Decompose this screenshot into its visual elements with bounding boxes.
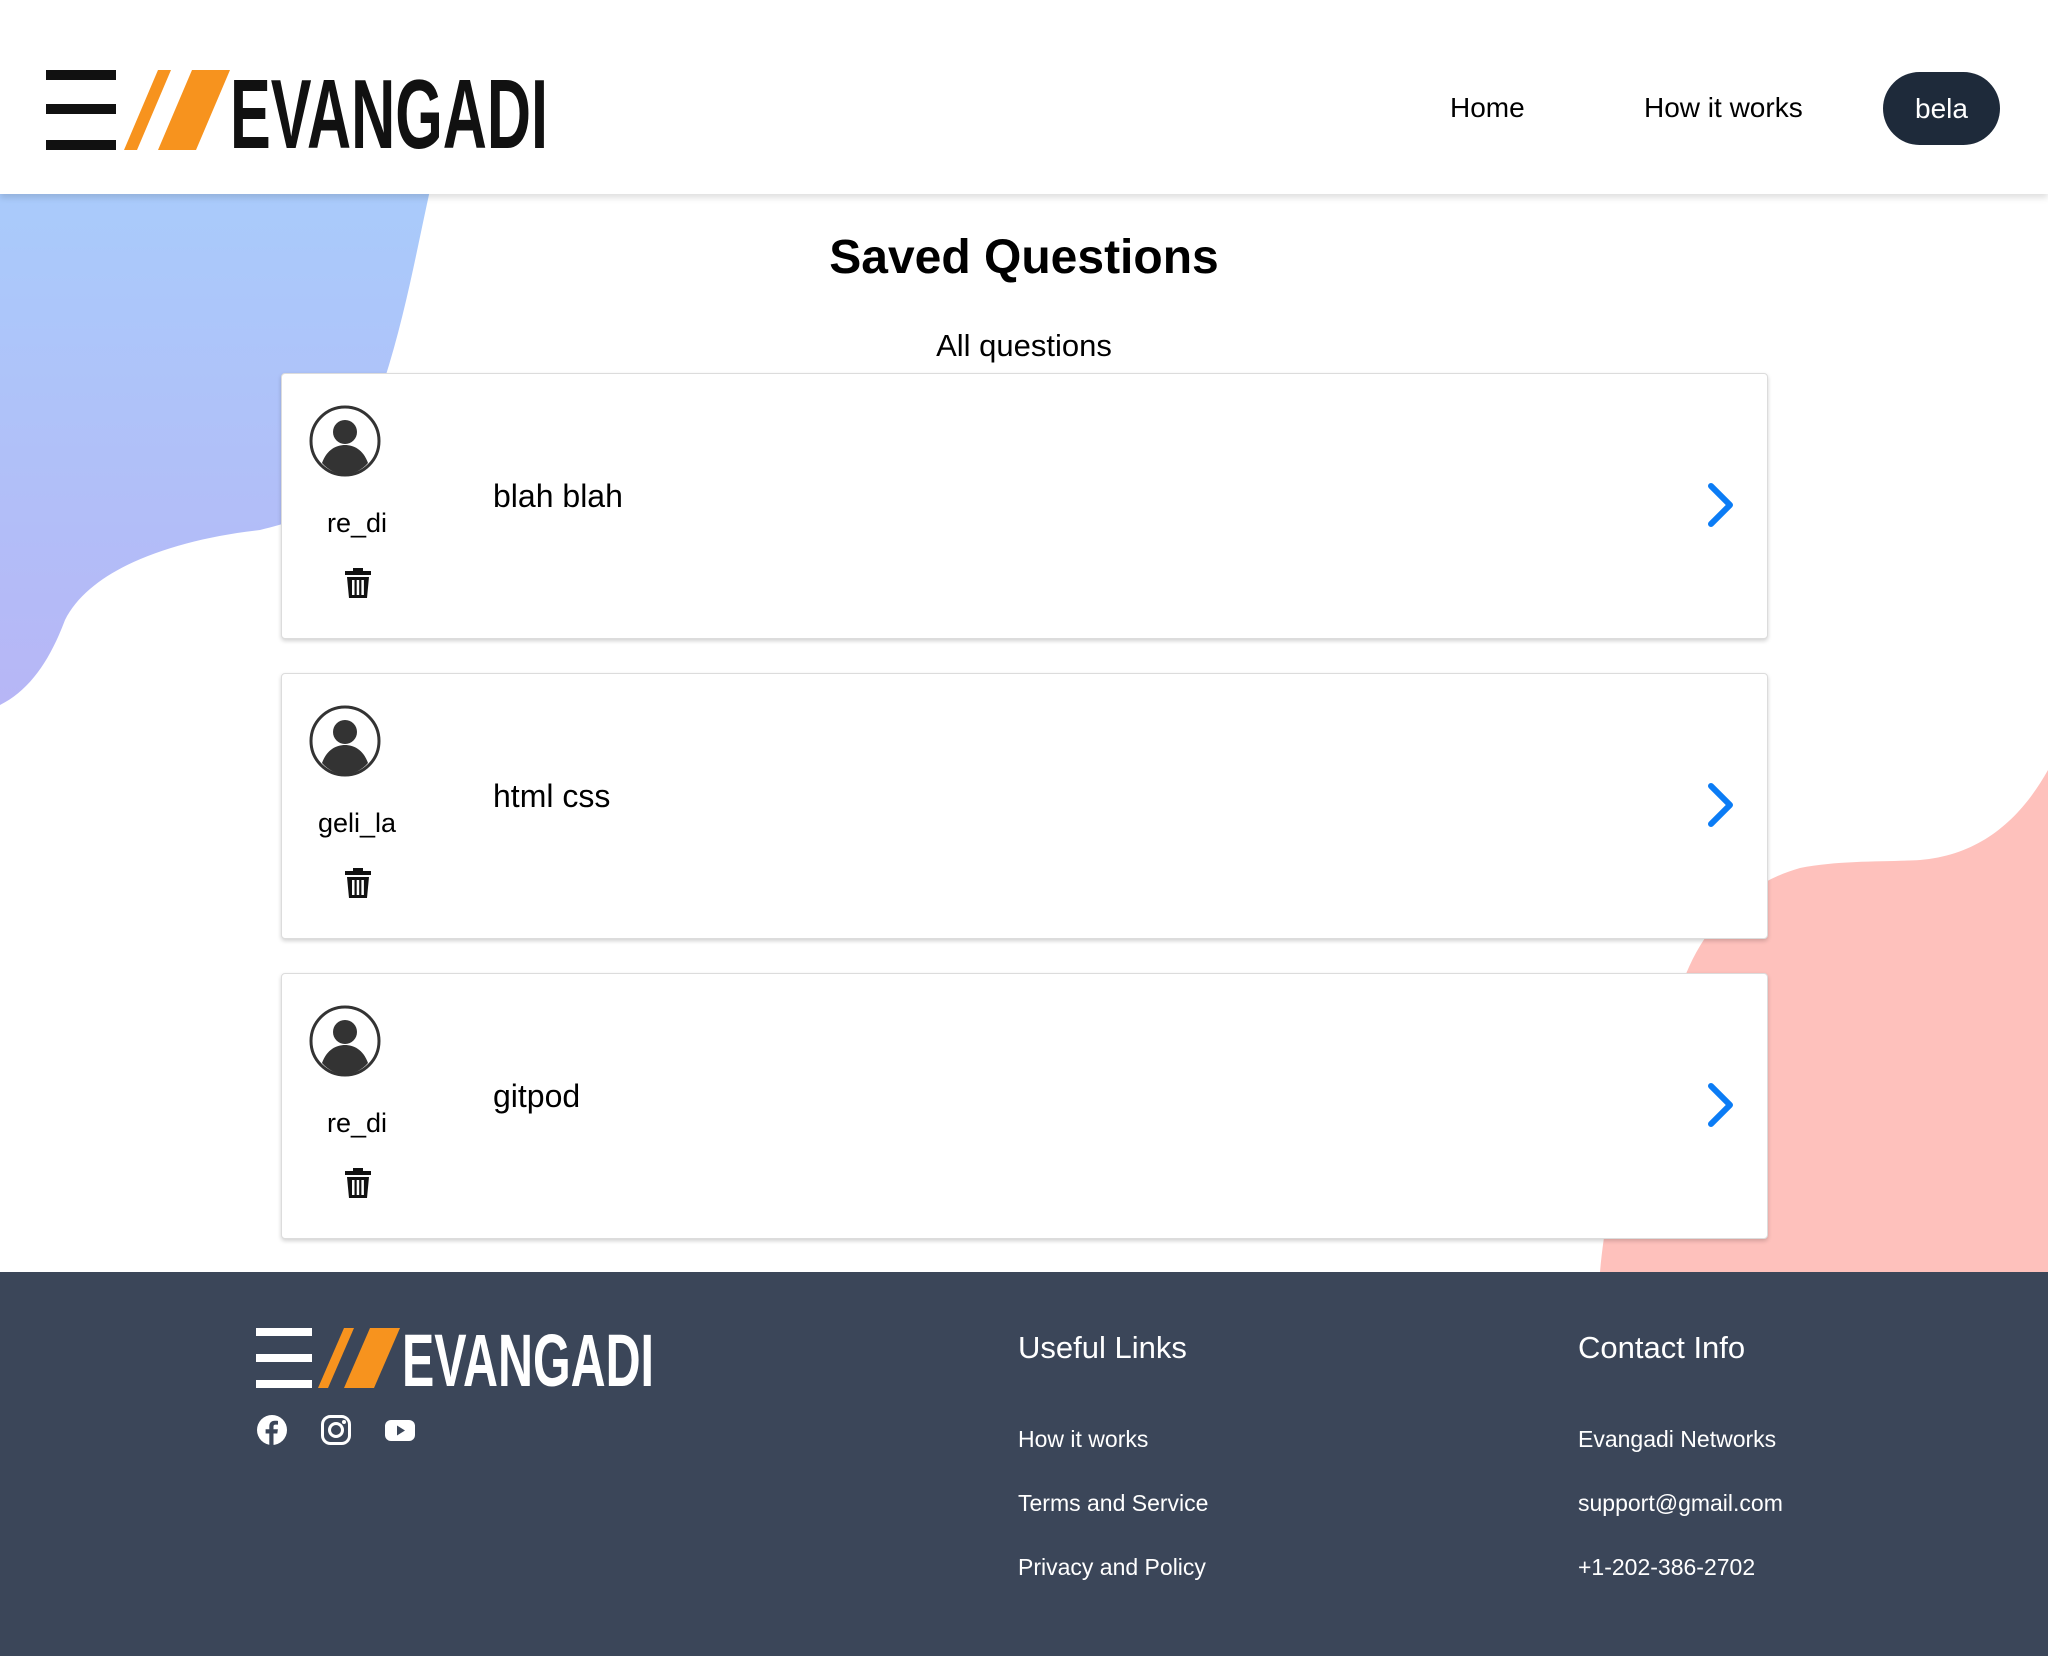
trash-icon[interactable] <box>345 868 371 898</box>
user-avatar-icon <box>309 705 381 777</box>
question-card[interactable]: re_di gitpod <box>281 973 1768 1239</box>
svg-text:EVANGADI: EVANGADI <box>230 70 548 150</box>
trash-icon[interactable] <box>345 568 371 598</box>
footer-evangadi-logo[interactable]: EVANGADI <box>256 1328 656 1388</box>
svg-text:EVANGADI: EVANGADI <box>402 1328 654 1388</box>
user-button[interactable]: bela <box>1883 72 2000 145</box>
instagram-icon[interactable] <box>320 1414 352 1446</box>
footer-link-how-it-works[interactable]: How it works <box>1018 1426 1148 1453</box>
facebook-icon[interactable] <box>256 1414 288 1446</box>
question-title[interactable]: gitpod <box>493 1078 580 1115</box>
footer: EVANGADI Useful Links How it works Terms… <box>0 1272 2048 1656</box>
contact-phone[interactable]: +1-202-386-2702 <box>1578 1554 1755 1581</box>
question-title[interactable]: html css <box>493 778 610 815</box>
question-title[interactable]: blah blah <box>493 478 623 515</box>
user-avatar-icon <box>309 405 381 477</box>
avatar <box>300 696 390 786</box>
nav-how-it-works-link[interactable]: How it works <box>1644 90 1803 126</box>
question-card[interactable]: geli_la html css <box>281 673 1768 939</box>
section-label: All questions <box>936 328 1112 363</box>
question-username: re_di <box>326 508 388 538</box>
question-card[interactable]: re_di blah blah <box>281 373 1768 639</box>
question-username: geli_la <box>317 808 397 838</box>
avatar <box>300 996 390 1086</box>
evangadi-logo[interactable]: EVANGADI <box>46 70 551 150</box>
contact-info-heading: Contact Info <box>1578 1330 1746 1365</box>
youtube-icon[interactable] <box>384 1414 416 1446</box>
contact-company: Evangadi Networks <box>1578 1426 1777 1452</box>
chevron-right-icon[interactable] <box>1706 782 1736 828</box>
question-username: re_di <box>326 1108 388 1138</box>
top-navbar: EVANGADI Home How it works bela <box>0 0 2048 194</box>
useful-links-heading: Useful Links <box>1018 1330 1187 1365</box>
avatar <box>300 396 390 486</box>
chevron-right-icon[interactable] <box>1706 482 1736 528</box>
chevron-right-icon[interactable] <box>1706 1082 1736 1128</box>
nav-home-link[interactable]: Home <box>1450 90 1525 126</box>
trash-icon[interactable] <box>345 1168 371 1198</box>
contact-email[interactable]: support@gmail.com <box>1578 1490 1783 1517</box>
page-title: Saved Questions <box>829 231 1219 284</box>
footer-link-privacy[interactable]: Privacy and Policy <box>1018 1554 1206 1581</box>
user-avatar-icon <box>309 1005 381 1077</box>
footer-link-terms[interactable]: Terms and Service <box>1018 1490 1208 1517</box>
